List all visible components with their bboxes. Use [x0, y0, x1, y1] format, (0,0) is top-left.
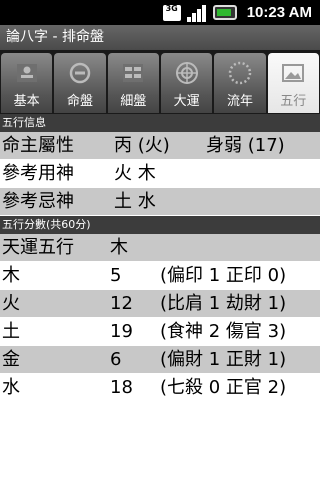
info-value: 土 水	[114, 191, 156, 212]
element-score: 12	[110, 293, 133, 314]
network-3g-icon: 3G	[162, 3, 181, 21]
info-row-master: 命主屬性 丙 (火) 身弱 (17)	[0, 132, 320, 160]
tab-bar: 基本 命盤 細盤 大運 流年 五行	[0, 50, 320, 114]
tab-year[interactable]: 流年	[214, 53, 266, 113]
element-score-row: 火 12 (比肩 1 劫財 1)	[0, 290, 320, 318]
info-row-useful-god: 參考用神 火 木	[0, 160, 320, 188]
landscape-icon	[279, 59, 307, 87]
tab-five-elements-label: 五行	[280, 94, 307, 109]
fortune-element-row: 天運五行 木	[0, 234, 320, 262]
battery-icon	[212, 5, 237, 20]
info-row-taboo-god: 參考忌神 土 水	[0, 188, 320, 216]
element-detail: (七殺 0 正官 2)	[160, 377, 287, 398]
tab-chart-label: 命盤	[66, 94, 93, 109]
status-bar: 3G 10:23 AM	[0, 0, 320, 25]
element-score: 5	[110, 265, 122, 286]
element-score-row: 木 5 (偏印 1 正印 0)	[0, 262, 320, 290]
grid-icon	[119, 59, 147, 87]
signal-strength-icon	[186, 4, 207, 22]
tab-chart[interactable]: 命盤	[54, 53, 106, 113]
network-type-label: 3G	[165, 3, 178, 13]
info-label: 命主屬性	[2, 135, 74, 156]
element-name: 水	[2, 377, 20, 398]
tab-luck[interactable]: 大運	[160, 53, 213, 113]
status-time: 10:23 AM	[246, 4, 312, 21]
tab-five-elements[interactable]: 五行	[267, 53, 319, 113]
tab-basic-label: 基本	[13, 94, 40, 109]
circle-minus-icon	[66, 59, 94, 87]
element-name: 火	[2, 293, 20, 314]
content: 五行信息 命主屬性 丙 (火) 身弱 (17) 參考用神 火 木 參考忌神 土 …	[0, 114, 320, 402]
tab-basic[interactable]: 基本	[1, 53, 53, 113]
element-name: 木	[2, 265, 20, 286]
info-value: 丙 (火)	[114, 135, 170, 156]
compass-icon	[173, 59, 201, 87]
element-detail: (食神 2 傷官 3)	[160, 321, 287, 342]
element-score-row: 水 18 (七殺 0 正官 2)	[0, 374, 320, 402]
tab-year-label: 流年	[226, 94, 253, 109]
fortune-value: 木	[110, 237, 128, 258]
element-score-row: 土 19 (食神 2 傷官 3)	[0, 318, 320, 346]
element-score: 6	[110, 349, 122, 370]
app-title: 論八字 - 排命盤	[0, 25, 320, 50]
person-icon	[13, 59, 41, 87]
score-section-header: 五行分數(共60分)	[0, 216, 320, 234]
element-score: 18	[110, 377, 133, 398]
info-label: 參考忌神	[2, 191, 74, 212]
info-label: 參考用神	[2, 163, 74, 184]
element-detail: (偏財 1 正財 1)	[160, 349, 287, 370]
info-extra: 身弱 (17)	[206, 135, 285, 156]
info-section-header: 五行信息	[0, 114, 320, 132]
element-name: 金	[2, 349, 20, 370]
dotted-circle-icon	[226, 59, 254, 87]
info-value: 火 木	[114, 163, 156, 184]
element-detail: (比肩 1 劫財 1)	[160, 293, 287, 314]
tab-luck-label: 大運	[173, 94, 200, 109]
fortune-label: 天運五行	[2, 237, 74, 258]
tab-detail[interactable]: 細盤	[107, 53, 159, 113]
element-detail: (偏印 1 正印 0)	[160, 265, 287, 286]
element-score: 19	[110, 321, 133, 342]
element-score-row: 金 6 (偏財 1 正財 1)	[0, 346, 320, 374]
tab-detail-label: 細盤	[120, 94, 147, 109]
element-name: 土	[2, 321, 20, 342]
